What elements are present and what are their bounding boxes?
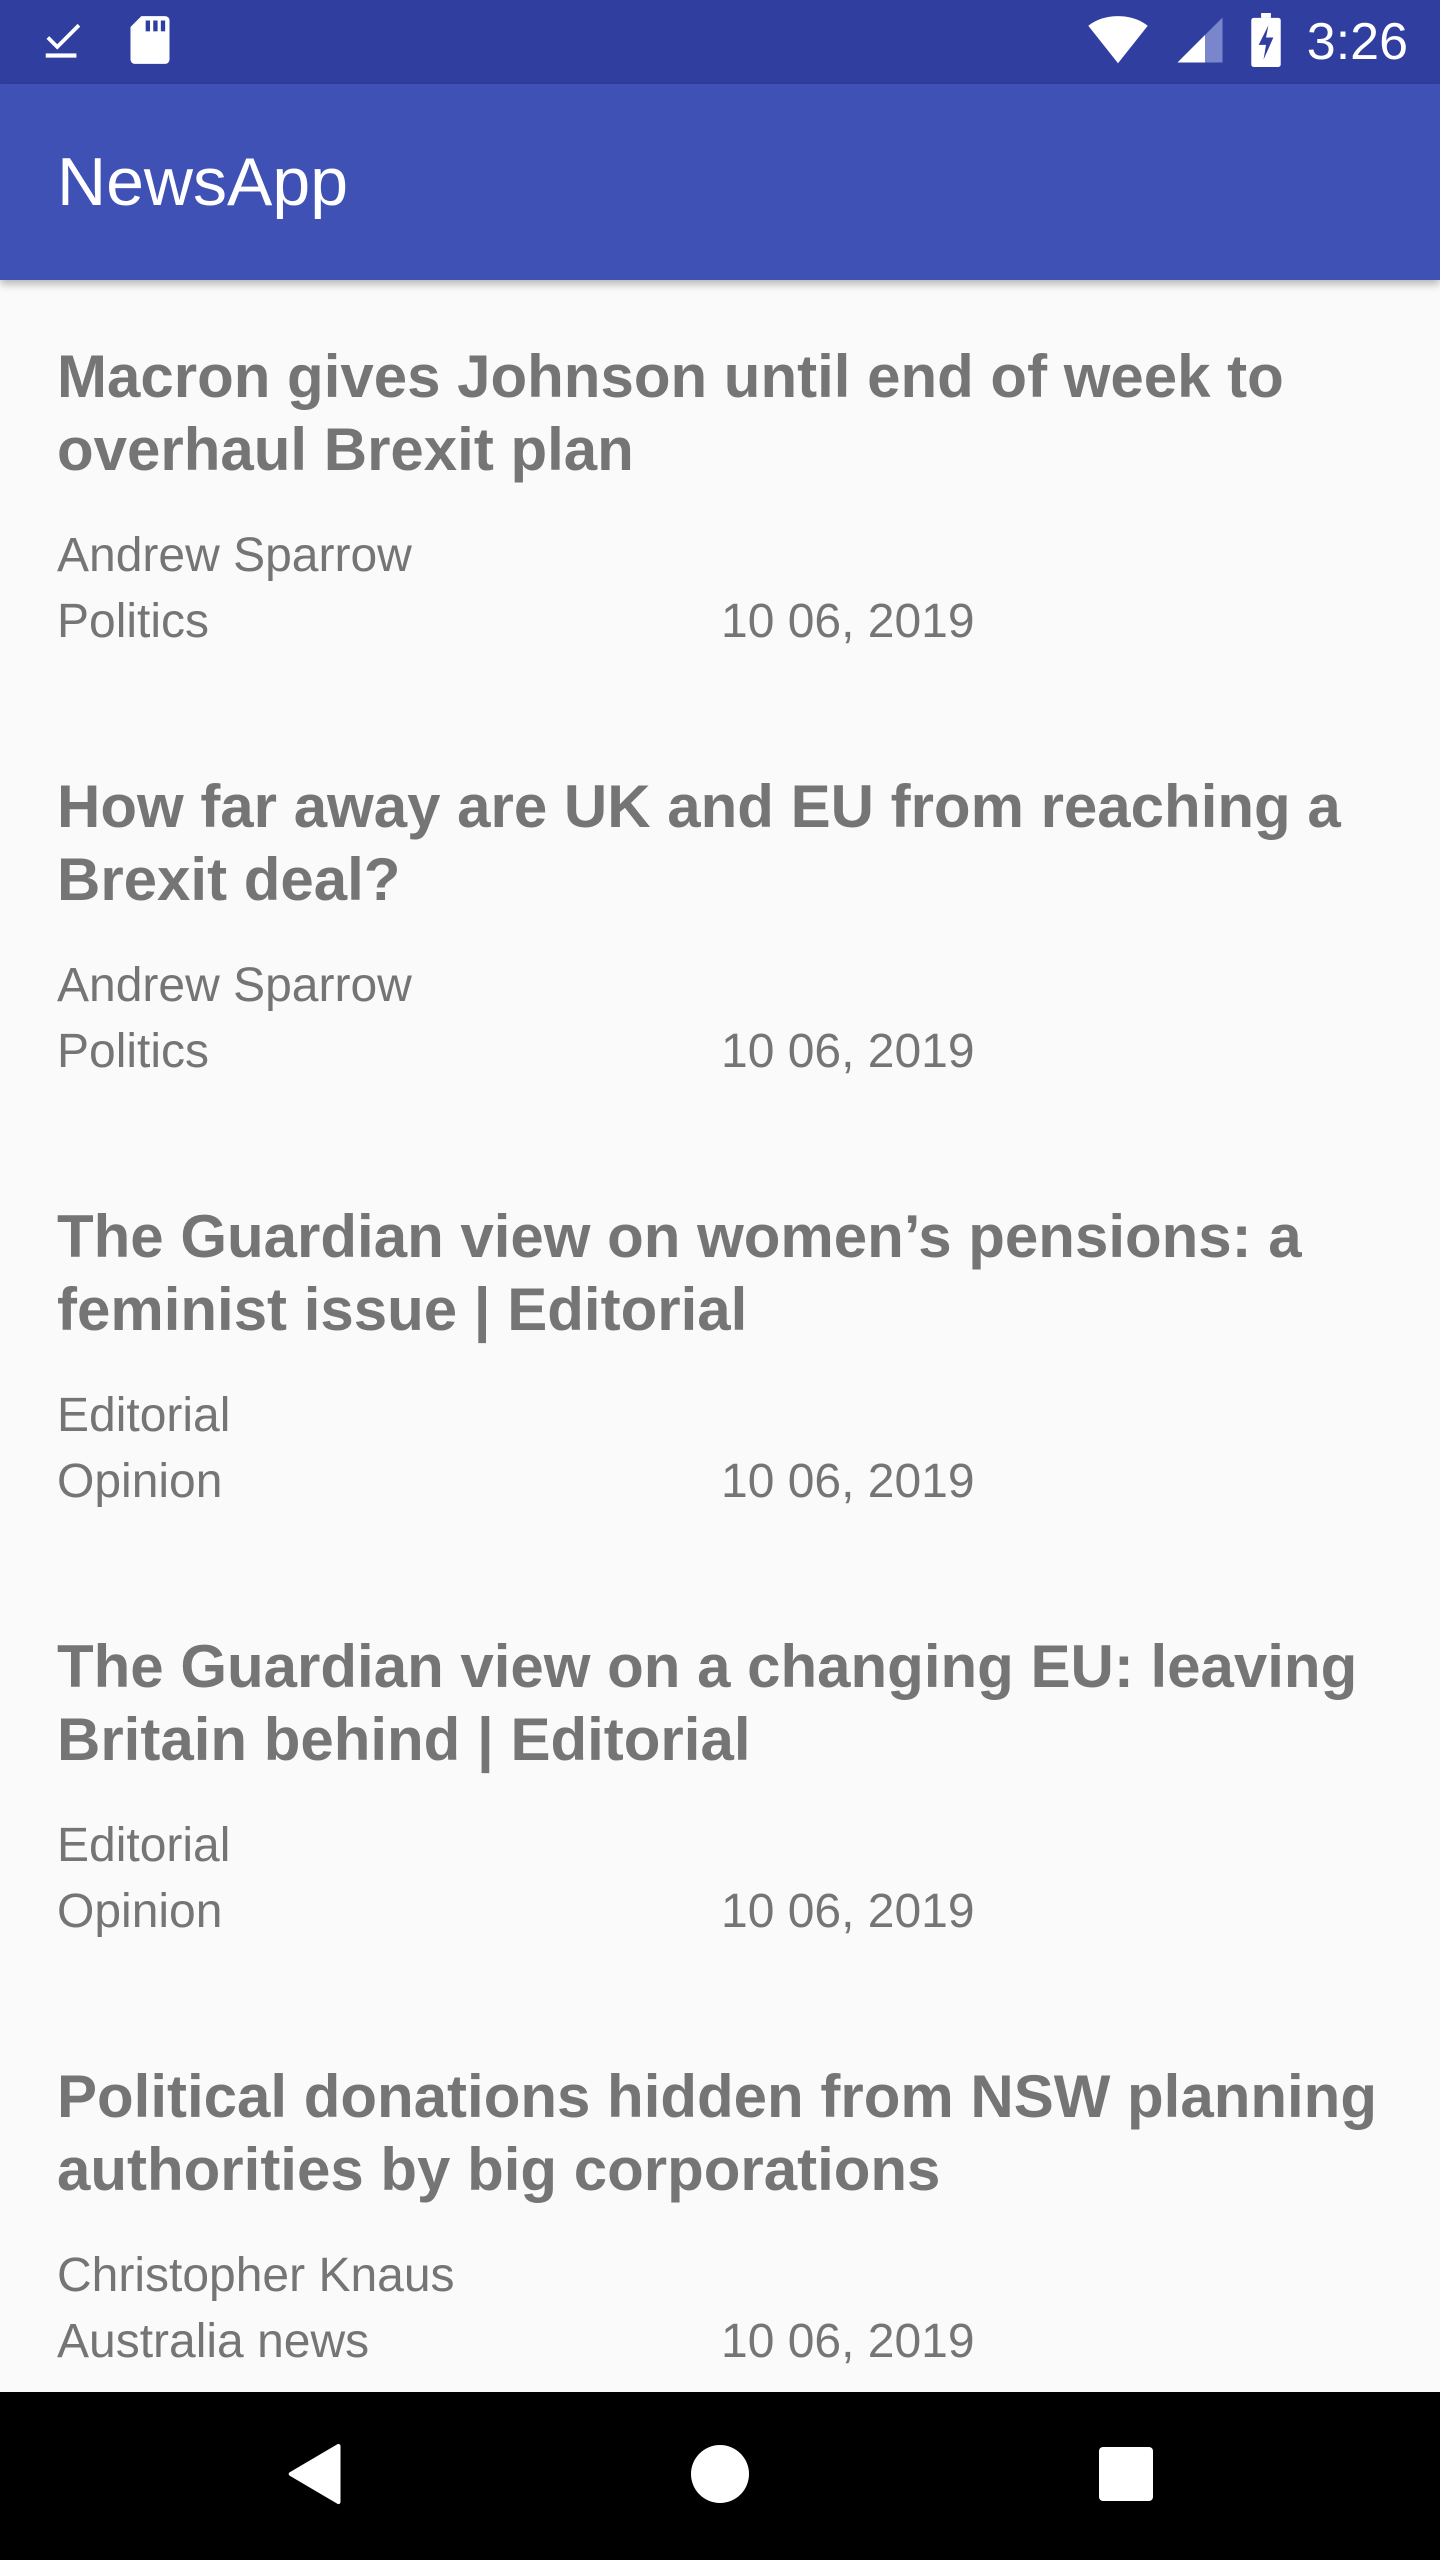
article-author: Editorial: [57, 1389, 231, 1442]
article-title: Political donations hidden from NSW plan…: [57, 2063, 1377, 2203]
status-time: 3:26: [1306, 13, 1408, 71]
back-button[interactable]: [232, 2392, 400, 2560]
article-author: Andrew Sparrow: [57, 529, 412, 582]
article-author: Christopher Knaus: [57, 2249, 455, 2302]
cell-signal-icon: [1175, 15, 1225, 70]
article-section: Politics: [57, 595, 210, 648]
app-title: NewsApp: [57, 144, 349, 220]
download-done-icon: [40, 17, 86, 68]
article-section: Australia news: [57, 2315, 370, 2368]
article-title: The Guardian view on women’s pensions: a…: [57, 1203, 1302, 1343]
status-right-icons: 3:26: [1087, 0, 1408, 84]
article-title: Macron gives Johnson until end of week t…: [57, 343, 1284, 483]
home-button[interactable]: [636, 2392, 804, 2560]
news-item[interactable]: How far away are UK and EU from reaching…: [0, 710, 1440, 1140]
status-left-icons: [40, 0, 172, 84]
article-date: 10 06, 2019: [721, 595, 975, 648]
article-section: Opinion: [57, 1455, 223, 1508]
article-section: Politics: [57, 1025, 210, 1078]
battery-charging-icon: [1251, 12, 1281, 72]
article-date: 10 06, 2019: [721, 1455, 975, 1508]
article-date: 10 06, 2019: [721, 2315, 975, 2368]
app-bar: NewsApp: [0, 84, 1440, 280]
recents-button[interactable]: [1042, 2392, 1210, 2560]
article-date: 10 06, 2019: [721, 1025, 975, 1078]
article-author: Andrew Sparrow: [57, 959, 412, 1012]
sd-card-icon: [128, 14, 172, 71]
home-icon: [691, 2444, 749, 2508]
navigation-bar: [0, 2392, 1440, 2560]
news-item[interactable]: The Guardian view on women’s pensions: a…: [0, 1140, 1440, 1570]
back-icon: [288, 2443, 344, 2510]
news-item[interactable]: The Guardian view on a changing EU: leav…: [0, 1570, 1440, 2000]
article-title: The Guardian view on a changing EU: leav…: [57, 1633, 1358, 1773]
news-item[interactable]: Macron gives Johnson until end of week t…: [0, 280, 1440, 710]
news-item[interactable]: Political donations hidden from NSW plan…: [0, 2000, 1440, 2392]
wifi-icon: [1087, 14, 1149, 71]
article-date: 10 06, 2019: [721, 1885, 975, 1938]
recents-icon: [1099, 2446, 1153, 2506]
status-bar: 3:26: [0, 0, 1440, 84]
news-list[interactable]: Macron gives Johnson until end of week t…: [0, 280, 1440, 2392]
article-section: Opinion: [57, 1885, 223, 1938]
article-author: Editorial: [57, 1819, 231, 1872]
article-title: How far away are UK and EU from reaching…: [57, 773, 1341, 913]
